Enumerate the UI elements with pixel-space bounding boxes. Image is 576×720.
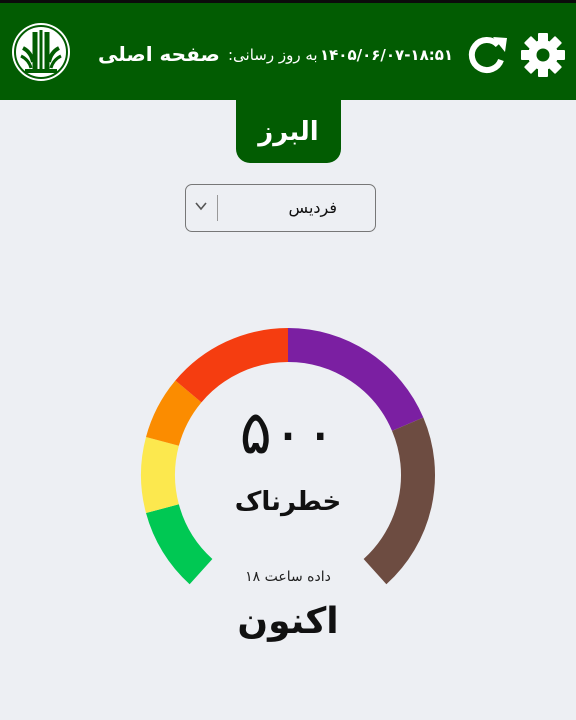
- app-header: صفحه اصلی به روز رسانی: ۱۴۰۵/۰۶/۰۷-۱۸:۵۱: [0, 3, 576, 100]
- update-label: به روز رسانی:: [228, 46, 318, 64]
- period-label: اکنون: [237, 601, 339, 642]
- update-timestamp: ۱۴۰۵/۰۶/۰۷-۱۸:۵۱: [320, 46, 454, 64]
- select-divider: [217, 195, 218, 221]
- province-tab[interactable]: البرز: [236, 100, 341, 163]
- aqi-value: ۵۰۰: [239, 398, 337, 468]
- gear-icon[interactable]: [518, 30, 568, 80]
- city-select[interactable]: فردیس: [185, 184, 376, 232]
- city-select-value: فردیس: [288, 198, 337, 217]
- gauge-segment-4: [175, 328, 289, 403]
- refresh-icon[interactable]: [465, 32, 509, 76]
- page-title: صفحه اصلی: [98, 42, 220, 66]
- aqi-status: خطرناک: [234, 487, 342, 517]
- department-of-environment-logo: [12, 23, 70, 81]
- chevron-down-icon: [195, 202, 207, 211]
- data-hour-label: داده ساعت ۱۸: [245, 569, 331, 585]
